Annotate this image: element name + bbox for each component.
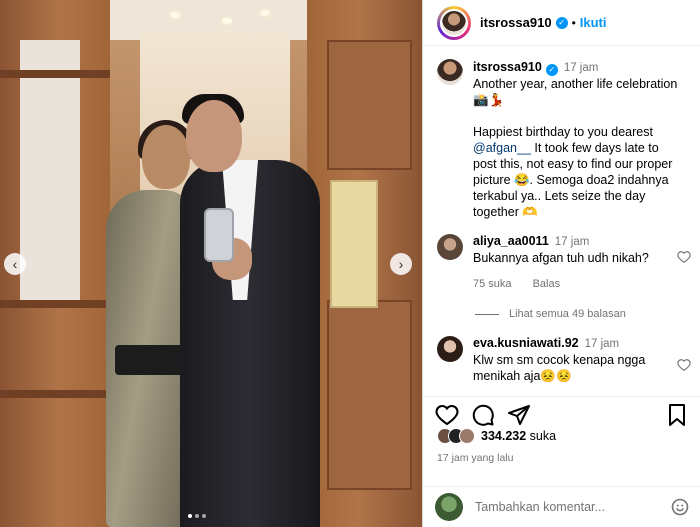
share-send-icon[interactable] bbox=[507, 403, 531, 427]
comment-username[interactable]: aliya_aa0011 bbox=[473, 234, 549, 248]
view-replies-button[interactable]: Lihat semua 49 balasan bbox=[475, 308, 700, 320]
clutch-bag bbox=[115, 345, 187, 375]
comment-bubble-icon[interactable] bbox=[471, 403, 495, 427]
caption-text: itsrossa910 ✓ 17 jam Another year, another… bbox=[473, 59, 683, 220]
post-actions bbox=[423, 396, 700, 432]
comment-likes[interactable]: 75 suka bbox=[473, 278, 512, 290]
comment-composer bbox=[423, 486, 700, 527]
comments-scroll-area[interactable]: itsrossa910 ✓ 17 jam Another year, another… bbox=[423, 47, 700, 395]
ceiling-lamp bbox=[260, 10, 270, 16]
comment-username[interactable]: eva.kusniawati.92 bbox=[473, 336, 579, 350]
separator-dot: • bbox=[571, 15, 576, 30]
post-side-panel: itsrossa910 ✓ • Ikuti itsrossa910 ✓ 17 jam… bbox=[422, 0, 700, 527]
woman-face bbox=[142, 125, 190, 189]
post-header: itsrossa910 ✓ • Ikuti bbox=[423, 0, 700, 46]
heart-icon[interactable] bbox=[677, 250, 691, 264]
chevron-right-icon: › bbox=[398, 256, 404, 272]
comment-item: aliya_aa0011 17 jam Bukannya afgan tuh ud… bbox=[423, 234, 700, 290]
avatar bbox=[440, 8, 468, 37]
carousel-indicator bbox=[188, 514, 206, 518]
comment-text: Bukannya afgan tuh udh nikah? bbox=[473, 251, 649, 265]
comment-text: Klw sm sm cocok kenapa ngga menikah aja😣… bbox=[473, 353, 646, 383]
chevron-left-icon: ‹ bbox=[12, 256, 18, 272]
likes-summary[interactable]: 334.232 suka bbox=[437, 428, 556, 444]
ceiling-lamp bbox=[222, 18, 232, 24]
caption-line-2-pre: Happiest birthday to you dearest bbox=[473, 125, 653, 139]
avatar[interactable] bbox=[437, 234, 463, 260]
cabinet-panel bbox=[327, 300, 412, 490]
post-timestamp: 17 jam yang lalu bbox=[437, 452, 514, 464]
comment-time: 17 jam bbox=[584, 338, 620, 350]
bookmark-icon[interactable] bbox=[665, 403, 689, 427]
shelf bbox=[0, 390, 110, 398]
heart-icon[interactable] bbox=[677, 358, 691, 372]
post-caption: itsrossa910 ✓ 17 jam Another year, another… bbox=[423, 47, 700, 220]
view-replies-label: Lihat semua 49 balasan bbox=[509, 308, 626, 320]
liker-avatars bbox=[437, 428, 475, 444]
caption-time: 17 jam bbox=[563, 62, 599, 74]
avatar bbox=[435, 493, 463, 521]
closet-bay bbox=[20, 40, 80, 300]
cabinet-panel bbox=[327, 40, 412, 170]
avatar[interactable] bbox=[437, 59, 463, 85]
caption-line-1: Another year, another life celebration 📸… bbox=[473, 77, 678, 107]
comment-input[interactable] bbox=[475, 500, 665, 514]
shelf bbox=[0, 300, 110, 308]
reply-divider bbox=[475, 313, 499, 315]
carousel-dot bbox=[195, 514, 199, 518]
carousel-dot bbox=[202, 514, 206, 518]
avatar[interactable] bbox=[437, 336, 463, 362]
wall-safe bbox=[330, 180, 378, 308]
mention-link[interactable]: @afgan__ bbox=[473, 141, 531, 155]
carousel-prev-button[interactable]: ‹ bbox=[4, 253, 26, 275]
comment-item: eva.kusniawati.92 17 jam Klw sm sm cocok … bbox=[423, 336, 700, 384]
carousel-next-button[interactable]: › bbox=[390, 253, 412, 275]
ceiling-lamp bbox=[170, 12, 180, 18]
man-face bbox=[186, 100, 242, 172]
author-username[interactable]: itsrossa910 bbox=[480, 15, 552, 30]
story-ring[interactable] bbox=[437, 5, 471, 40]
verified-badge-icon: ✓ bbox=[555, 16, 568, 29]
carousel-dot bbox=[188, 514, 192, 518]
likes-label: suka bbox=[529, 429, 557, 443]
avatar bbox=[459, 428, 475, 444]
emoji-icon[interactable] bbox=[671, 498, 689, 516]
smartphone bbox=[204, 208, 234, 262]
reply-button[interactable]: Balas bbox=[533, 278, 561, 290]
shelf bbox=[0, 70, 110, 78]
like-heart-icon[interactable] bbox=[435, 403, 459, 427]
likes-count: 334.232 bbox=[481, 429, 527, 443]
post-photo[interactable]: ‹ › bbox=[0, 0, 422, 527]
caption-username[interactable]: itsrossa910 bbox=[473, 60, 542, 74]
comment-time: 17 jam bbox=[554, 236, 590, 248]
follow-button[interactable]: Ikuti bbox=[580, 15, 607, 30]
verified-badge-icon: ✓ bbox=[545, 64, 558, 76]
